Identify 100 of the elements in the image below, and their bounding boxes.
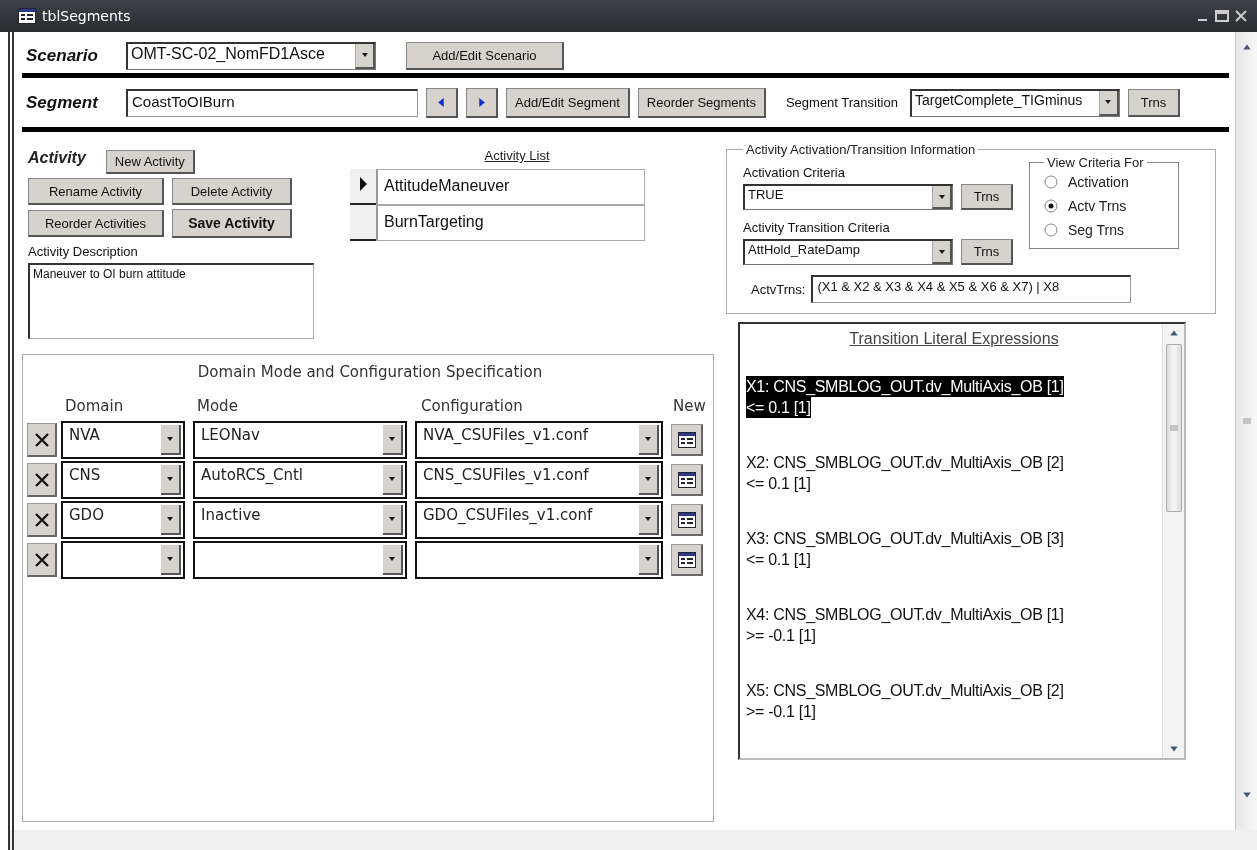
column-header: New [673, 397, 707, 415]
trns-button[interactable]: Trns [1127, 88, 1180, 117]
domain-combo[interactable]: CNS [61, 461, 185, 499]
segment-button[interactable]: Reorder Segments [637, 87, 766, 118]
segment-button[interactable]: Add/Edit Segment [506, 87, 630, 118]
delete-row-button[interactable] [27, 543, 57, 577]
activity-list-item[interactable]: AttitudeManeuver [376, 169, 645, 205]
activation-group-title: Activity Activation/Transition Information [745, 142, 977, 157]
reorder-activities-button[interactable]: Reorder Activities [28, 210, 164, 237]
caret-icon [937, 192, 946, 201]
column-header: Mode [197, 397, 239, 415]
radio-label: Seg Trns [1068, 222, 1125, 238]
form-icon [677, 511, 696, 528]
delete-row-button[interactable] [27, 503, 57, 537]
scrollbar[interactable] [1162, 324, 1184, 758]
record-selector[interactable] [350, 169, 376, 205]
transition-criteria-combo[interactable]: AttHold_RateDamp [743, 239, 953, 265]
caret-icon [644, 555, 652, 563]
scenario-label: Scenario [26, 45, 99, 66]
configuration-combo[interactable] [415, 541, 663, 579]
trns-button[interactable]: Trns [961, 184, 1013, 210]
delete-activity-button[interactable]: Delete Activity [172, 178, 292, 205]
domain-combo[interactable]: NVA [61, 421, 185, 459]
new-activity-button[interactable]: New Activity [105, 150, 195, 174]
delete-row-button[interactable] [27, 423, 57, 457]
activation-criteria-combo[interactable]: TRUE [743, 184, 953, 210]
literal-expression[interactable]: X4: CNS_SMBLOG_OUT.dv_MultiAxis_OB [1] [746, 604, 1064, 625]
domain-combo[interactable]: GDO [61, 501, 185, 539]
literal-condition[interactable]: <= 0.1 [1] [746, 473, 811, 494]
caret-icon [1104, 98, 1113, 106]
segment-transition-combo[interactable]: TargetComplete_TIGminus [909, 88, 1120, 117]
next-button[interactable] [466, 87, 498, 118]
caret-icon [937, 247, 946, 256]
segment-name-field[interactable]: CoastToOIBurn [126, 88, 418, 117]
dropdown-button[interactable] [932, 241, 952, 264]
add-edit-scenario-button[interactable]: Add/Edit Scenario [406, 41, 564, 70]
caret-icon [166, 435, 174, 443]
column-header: Configuration [421, 397, 524, 415]
previous-button[interactable] [426, 87, 458, 118]
mode-combo[interactable] [193, 541, 407, 579]
mode-combo[interactable]: LEONav [193, 421, 407, 459]
trns-button[interactable]: Trns [961, 239, 1013, 265]
form-icon [18, 8, 36, 24]
radio-button[interactable] [1044, 199, 1058, 213]
record-selector[interactable] [350, 205, 376, 241]
scroll-up-icon [1241, 42, 1252, 52]
caret-icon [644, 515, 652, 523]
literal-condition[interactable]: >= -0.1 [1] [746, 625, 816, 646]
literal-expression[interactable]: X1: CNS_SMBLOG_OUT.dv_MultiAxis_OB [1] [746, 376, 1064, 397]
caret-icon [360, 51, 369, 59]
new-configuration-button[interactable] [671, 424, 703, 456]
dropdown-button[interactable] [932, 186, 952, 209]
scroll-down-icon [1241, 790, 1252, 800]
dropdown-button[interactable] [1098, 90, 1119, 116]
rename-activity-button[interactable]: Rename Activity [28, 178, 164, 205]
new-configuration-button[interactable] [671, 544, 703, 576]
mode-combo[interactable]: Inactive [193, 501, 407, 539]
literal-expression[interactable]: X5: CNS_SMBLOG_OUT.dv_MultiAxis_OB [2] [746, 680, 1064, 701]
maximize-icon[interactable] [1215, 10, 1229, 22]
form-icon [677, 471, 696, 488]
scrollbar[interactable] [1235, 32, 1257, 830]
domain-panel-title: Domain Mode and Configuration Specification [197, 363, 543, 381]
scroll-thumb[interactable] [1165, 344, 1182, 512]
literal-condition[interactable]: <= 0.1 [1] [746, 397, 811, 418]
save-activity-button[interactable]: Save Activity [172, 209, 292, 238]
caret-icon [388, 515, 396, 523]
domain-combo[interactable] [61, 541, 185, 579]
caret-icon [166, 555, 174, 563]
close-icon [33, 471, 50, 488]
literal-condition[interactable]: >= -0.1 [1] [746, 701, 816, 722]
segment-label: Segment [26, 92, 100, 113]
configuration-combo[interactable]: NVA_CSUFiles_v1.conf [415, 421, 663, 459]
close-icon [33, 431, 50, 448]
caret-icon [388, 435, 396, 443]
close-icon[interactable] [1235, 10, 1247, 22]
literal-expression[interactable]: X2: CNS_SMBLOG_OUT.dv_MultiAxis_OB [2] [746, 452, 1064, 473]
literal-condition[interactable]: <= 0.1 [1] [746, 549, 811, 570]
radio-button[interactable] [1044, 175, 1058, 189]
activity-list-item[interactable]: BurnTargeting [376, 205, 645, 241]
activation-criteria-label: Activation Criteria [743, 165, 846, 180]
scenario-combo[interactable]: OMT-SC-02_NomFD1Asce [126, 41, 376, 70]
column-header: Domain [65, 397, 125, 415]
activity-description-field[interactable]: Maneuver to OI burn attitude [28, 263, 314, 339]
mode-combo[interactable]: AutoRCS_Cntl [193, 461, 407, 499]
configuration-combo[interactable]: CNS_CSUFiles_v1.conf [415, 461, 663, 499]
right-arrow-icon [477, 97, 486, 107]
configuration-combo[interactable]: GDO_CSUFiles_v1.conf [415, 501, 663, 539]
actv-trns-field[interactable]: (X1 & X2 & X3 & X4 & X5 & X6 & X7) | X8 [811, 275, 1132, 303]
delete-row-button[interactable] [27, 463, 57, 497]
radio-label: Actv Trns [1068, 198, 1127, 214]
literal-expression[interactable]: X3: CNS_SMBLOG_OUT.dv_MultiAxis_OB [3] [746, 528, 1064, 549]
dropdown-button[interactable] [355, 43, 375, 69]
new-configuration-button[interactable] [671, 504, 703, 536]
caret-icon [644, 435, 652, 443]
radio-button[interactable] [1044, 223, 1058, 237]
new-configuration-button[interactable] [671, 464, 703, 496]
caret-icon [388, 555, 396, 563]
caret-icon [388, 475, 396, 483]
caret-icon [166, 475, 174, 483]
caret-icon [644, 475, 652, 483]
